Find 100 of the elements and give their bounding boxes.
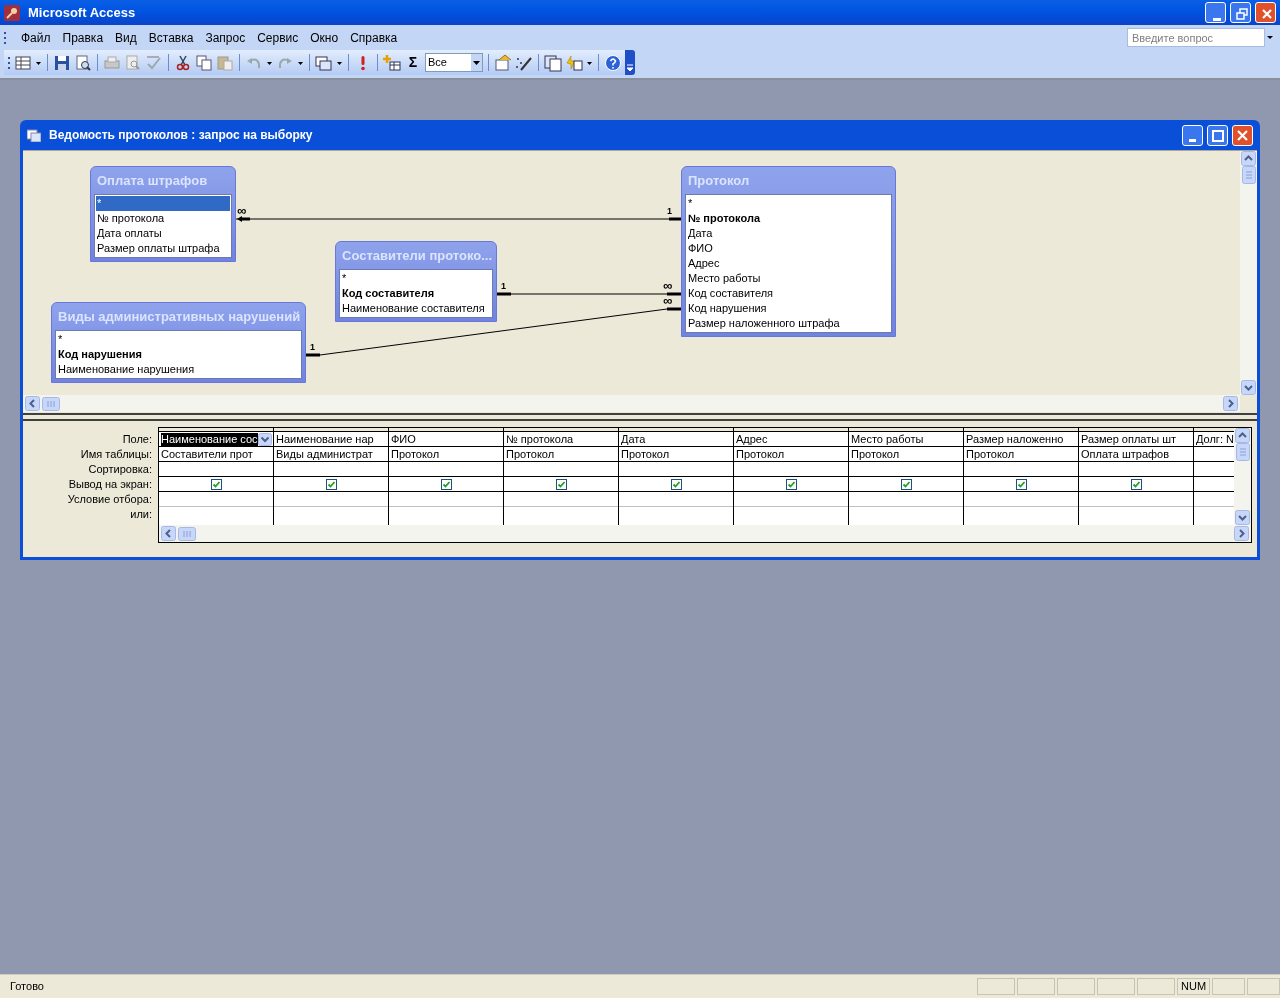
checkbox[interactable] [210, 478, 222, 490]
field-item[interactable]: Дата оплаты [96, 226, 230, 241]
show-table-icon[interactable] [383, 53, 401, 72]
toolbar-options-icon[interactable] [625, 50, 635, 75]
checkbox[interactable] [325, 478, 337, 490]
checkbox[interactable] [555, 478, 567, 490]
field-item[interactable]: Адрес [687, 256, 890, 271]
menu-item[interactable]: Вставка [142, 28, 200, 47]
field-cell[interactable]: № протокола [504, 432, 618, 447]
menu-item[interactable]: Вид [109, 28, 143, 47]
table-cell: Протокол [734, 447, 848, 462]
field-item[interactable]: Наименование нарушения [57, 362, 300, 377]
field-cell[interactable]: Адрес [734, 432, 848, 447]
row-label: Условие отбора: [66, 492, 152, 507]
help-search-field[interactable]: Введите вопрос [1127, 28, 1265, 47]
field-item[interactable]: Код нарушения [687, 301, 890, 316]
horizontal-scrollbar[interactable] [159, 525, 1251, 542]
menu-item[interactable]: Сервис [251, 28, 305, 47]
column-selector[interactable] [1079, 428, 1193, 432]
field-item[interactable]: * [96, 196, 230, 211]
scroll-thumb[interactable] [178, 526, 196, 541]
field-cell[interactable]: Размер оплаты шт [1079, 432, 1193, 447]
field-item[interactable]: * [57, 332, 300, 347]
column-selector[interactable] [504, 428, 618, 432]
field-item[interactable]: Размер оплаты штрафа [96, 241, 230, 256]
vertical-scrollbar[interactable] [1234, 428, 1251, 525]
menu-item[interactable]: Файл [15, 28, 57, 47]
menu-item[interactable]: Запрос [199, 28, 252, 47]
cardinality-label: 1 [310, 342, 315, 352]
scissors-icon[interactable] [174, 53, 192, 72]
pane-splitter[interactable] [23, 413, 1257, 421]
datasheet-icon[interactable] [14, 53, 32, 72]
row-label: или: [129, 507, 152, 522]
field-item[interactable]: № протокола [687, 211, 890, 226]
field-cell[interactable]: ФИО [389, 432, 503, 447]
status-panel [1137, 978, 1175, 995]
scroll-thumb[interactable] [1235, 443, 1250, 461]
checkbox[interactable] [1130, 478, 1142, 490]
field-item[interactable]: * [687, 196, 890, 211]
new-object-icon[interactable] [565, 53, 583, 72]
status-indicator: NUM [1177, 978, 1210, 995]
help-icon[interactable] [604, 53, 622, 72]
field-item[interactable]: Размер наложенного штрафа [687, 316, 890, 331]
column-selector[interactable] [159, 428, 273, 432]
totals-button[interactable]: Σ [404, 52, 422, 73]
status-panel [1017, 978, 1055, 995]
database-window-icon[interactable] [544, 53, 562, 72]
grip-icon [8, 55, 11, 70]
properties-icon[interactable] [494, 53, 512, 72]
checkbox[interactable] [900, 478, 912, 490]
cardinality-label: ∞ [663, 294, 673, 307]
checkbox[interactable] [440, 478, 452, 490]
column-selector[interactable] [619, 428, 733, 432]
field-item[interactable]: Наименование составителя [341, 301, 491, 316]
cardinality-label: 1 [667, 206, 672, 216]
field-cell[interactable]: Дата [619, 432, 733, 447]
key-icon [4, 4, 20, 21]
relationship-line[interactable] [495, 292, 683, 296]
checkbox[interactable] [1015, 478, 1027, 490]
table-cell: Протокол [619, 447, 733, 462]
horizontal-scrollbar[interactable] [23, 395, 1240, 412]
checkbox[interactable] [670, 478, 682, 490]
query-type-icon[interactable] [315, 53, 333, 72]
column-selector[interactable] [734, 428, 848, 432]
status-panel [1212, 978, 1245, 995]
window-title: Ведомость протоколов : запрос на выборку [49, 127, 313, 144]
menu-item[interactable]: Окно [304, 28, 345, 47]
field-item[interactable]: Дата [687, 226, 890, 241]
field-cell[interactable]: Место работы [849, 432, 963, 447]
status-text: Готово [9, 979, 45, 995]
menu-item[interactable]: Правка [56, 28, 110, 47]
scroll-thumb[interactable] [42, 396, 60, 411]
field-item[interactable]: * [341, 271, 491, 286]
field-item[interactable]: Место работы [687, 271, 890, 286]
field-item[interactable]: Код составителя [687, 286, 890, 301]
field-item[interactable]: Код составителя [341, 286, 491, 301]
column-selector[interactable] [964, 428, 1078, 432]
top-values-combo[interactable]: Все [425, 53, 483, 72]
column-selector[interactable] [274, 428, 388, 432]
column-selector[interactable] [389, 428, 503, 432]
field-item[interactable]: № протокола [96, 211, 230, 226]
row-label: Вывод на экран: [67, 477, 152, 492]
field-item[interactable]: Код нарушения [57, 347, 300, 362]
status-panel [1097, 978, 1135, 995]
scroll-thumb[interactable] [1241, 166, 1256, 184]
field-cell[interactable]: Наименование нар [274, 432, 388, 447]
spelling-check-icon[interactable] [145, 53, 163, 72]
vertical-scrollbar[interactable] [1240, 151, 1257, 395]
checkbox[interactable] [785, 478, 797, 490]
field-list-title: Протокол [687, 172, 751, 190]
menu-item[interactable]: Справка [344, 28, 404, 47]
relationship-line[interactable] [235, 216, 682, 222]
save-icon[interactable] [53, 53, 71, 72]
table-cell: Протокол [389, 447, 503, 462]
field-cell[interactable]: Размер наложенно [964, 432, 1078, 447]
column-selector[interactable] [849, 428, 963, 432]
field-list-title: Виды административных нарушений [57, 308, 302, 326]
copy-icon[interactable] [195, 53, 213, 72]
file-search-icon[interactable] [74, 53, 92, 72]
field-item[interactable]: ФИО [687, 241, 890, 256]
